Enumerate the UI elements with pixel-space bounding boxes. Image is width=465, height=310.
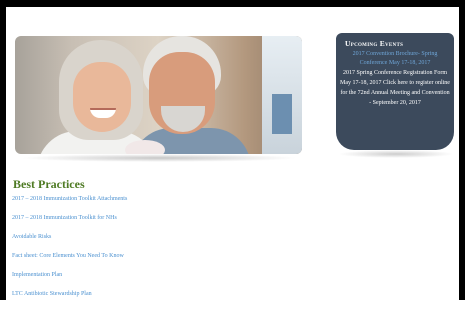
window-left-border [0, 0, 6, 300]
registration-info-text: 2017 Spring Conference Registration Form… [340, 70, 450, 106]
window-top-border [0, 0, 465, 7]
link-immunization-toolkit-attachments[interactable]: 2017 – 2018 Immunization Toolkit Attachm… [12, 196, 127, 203]
hero-flowers [125, 140, 165, 154]
link-avoidable-risks[interactable]: Avoidable Risks [12, 234, 127, 241]
best-practices-link-list: 2017 – 2018 Immunization Toolkit Attachm… [12, 196, 127, 310]
link-ltc-antibiotic-stewardship-plan[interactable]: LTC Antibiotic Stewardship Plan [12, 291, 127, 298]
best-practices-heading: Best Practices [13, 177, 85, 191]
hero-woman-face [73, 62, 131, 132]
upcoming-events-shadow [338, 150, 454, 158]
hero-shadow [20, 154, 298, 162]
link-implementation-plan[interactable]: Implementation Plan [12, 272, 127, 279]
upcoming-events-title: Upcoming Events [345, 39, 404, 48]
hero-image [15, 36, 302, 154]
hero-window-pane [272, 94, 292, 134]
convention-brochure-link[interactable]: 2017 Convention Brochure- Spring Confere… [340, 50, 450, 68]
link-fact-sheet-core-elements[interactable]: Fact sheet: Core Elements You Need To Kn… [12, 253, 127, 260]
window-right-border [459, 0, 465, 300]
link-immunization-toolkit-nhs[interactable]: 2017 – 2018 Immunization Toolkit for NHs [12, 215, 127, 222]
upcoming-events-panel: Upcoming Events 2017 Convention Brochure… [336, 33, 454, 150]
